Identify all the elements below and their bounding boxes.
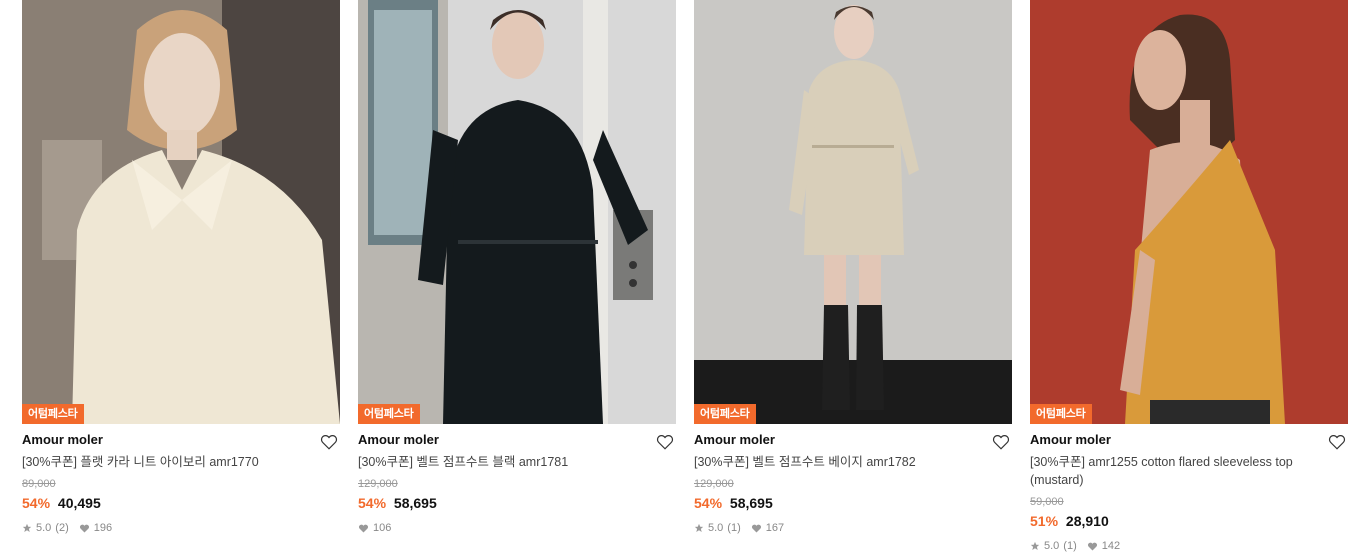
product-name[interactable]: [30%쿠폰] 벨트 점프수트 베이지 amr1782 [694,453,979,471]
product-info: Amour moler [30%쿠폰] amr1255 cotton flare… [1030,424,1348,553]
brand-name[interactable]: Amour moler [22,430,340,450]
sale-price: 40,495 [57,495,101,511]
price-row: 51% 28,910 [1030,512,1348,530]
review-count: (1) [727,522,741,534]
product-image[interactable]: 어텀페스타 [1030,0,1348,424]
product-card[interactable]: 어텀페스타 Amour moler [30%쿠폰] 플랫 카라 니트 아이보리 … [22,0,340,535]
rating-value: 5.0 [708,522,724,534]
product-name[interactable]: [30%쿠폰] 벨트 점프수트 블랙 amr1781 [358,453,643,471]
like-count: 142 [1101,540,1121,552]
product-card[interactable]: 어텀페스타 Amour moler [30%쿠폰] amr1255 cotton… [1030,0,1348,553]
product-name[interactable]: [30%쿠폰] amr1255 cotton flared sleeveless… [1030,453,1315,489]
review-count: (1) [1063,540,1077,552]
star-icon [22,523,32,532]
event-badge: 어텀페스타 [1030,404,1092,424]
sale-price: 58,695 [729,495,773,511]
discount-rate: 51% [1030,513,1059,529]
brand-name[interactable]: Amour moler [358,430,676,450]
product-image[interactable]: 어텀페스타 [358,0,676,424]
event-badge: 어텀페스타 [22,404,84,424]
product-photo-ivory-knit [22,0,340,424]
discount-rate: 54% [694,495,723,511]
star-icon [694,523,704,532]
rating-value: 5.0 [36,522,52,534]
original-price: 129,000 [358,478,398,490]
product-image[interactable]: 어텀페스타 [694,0,1012,424]
product-meta: 5.0 (2) 196 [22,521,340,535]
like-count: 106 [373,522,392,534]
heart-filled-icon [1087,542,1097,551]
heart-filled-icon [358,524,369,533]
product-info: Amour moler [30%쿠폰] 벨트 점프수트 베이지 amr1782 … [694,424,1012,535]
heart-filled-icon [79,524,89,533]
brand-name[interactable]: Amour moler [1030,430,1348,450]
product-meta: 106 [358,521,676,535]
heart-outline-icon[interactable] [656,433,674,451]
heart-outline-icon[interactable] [1328,433,1346,451]
like-count: 196 [93,522,113,534]
event-badge: 어텀페스타 [358,404,420,424]
likes: 142 [1087,539,1120,553]
product-name[interactable]: [30%쿠폰] 플랫 카라 니트 아이보리 amr1770 [22,453,307,471]
star-icon [1030,541,1040,550]
price-row: 54% 40,495 [22,494,340,512]
likes: 196 [79,521,112,535]
price-row: 54% 58,695 [694,494,1012,512]
likes: 106 [358,521,391,535]
product-card[interactable]: 어텀페스타 Amour moler [30%쿠폰] 벨트 점프수트 베이지 am… [694,0,1012,535]
sale-price: 28,910 [1065,513,1109,529]
product-meta: 5.0 (1) 142 [1030,539,1348,553]
heart-outline-icon[interactable] [320,433,338,451]
heart-outline-icon[interactable] [992,433,1010,451]
discount-rate: 54% [22,495,51,511]
brand-name[interactable]: Amour moler [694,430,1012,450]
product-info: Amour moler [30%쿠폰] 벨트 점프수트 블랙 amr1781 1… [358,424,676,535]
product-image[interactable]: 어텀페스타 [22,0,340,424]
original-price: 89,000 [22,478,56,490]
product-card[interactable]: 어텀페스타 Amour moler [30%쿠폰] 벨트 점프수트 블랙 amr… [358,0,676,535]
product-info: Amour moler [30%쿠폰] 플랫 카라 니트 아이보리 amr177… [22,424,340,535]
rating-value: 5.0 [1044,540,1060,552]
likes: 167 [751,521,784,535]
original-price: 129,000 [694,478,734,490]
product-photo-mustard-top [1030,0,1348,424]
product-photo-beige-jumpsuit [694,0,1012,424]
product-grid: 어텀페스타 Amour moler [30%쿠폰] 플랫 카라 니트 아이보리 … [0,0,1350,555]
product-photo-black-jumpsuit [358,0,676,424]
price-row: 54% 58,695 [358,494,676,512]
like-count: 167 [765,522,785,534]
original-price: 59,000 [1030,496,1064,508]
review-count: (2) [55,522,69,534]
product-meta: 5.0 (1) 167 [694,521,1012,535]
event-badge: 어텀페스타 [694,404,756,424]
sale-price: 58,695 [393,495,437,511]
discount-rate: 54% [358,495,387,511]
heart-filled-icon [751,524,761,533]
